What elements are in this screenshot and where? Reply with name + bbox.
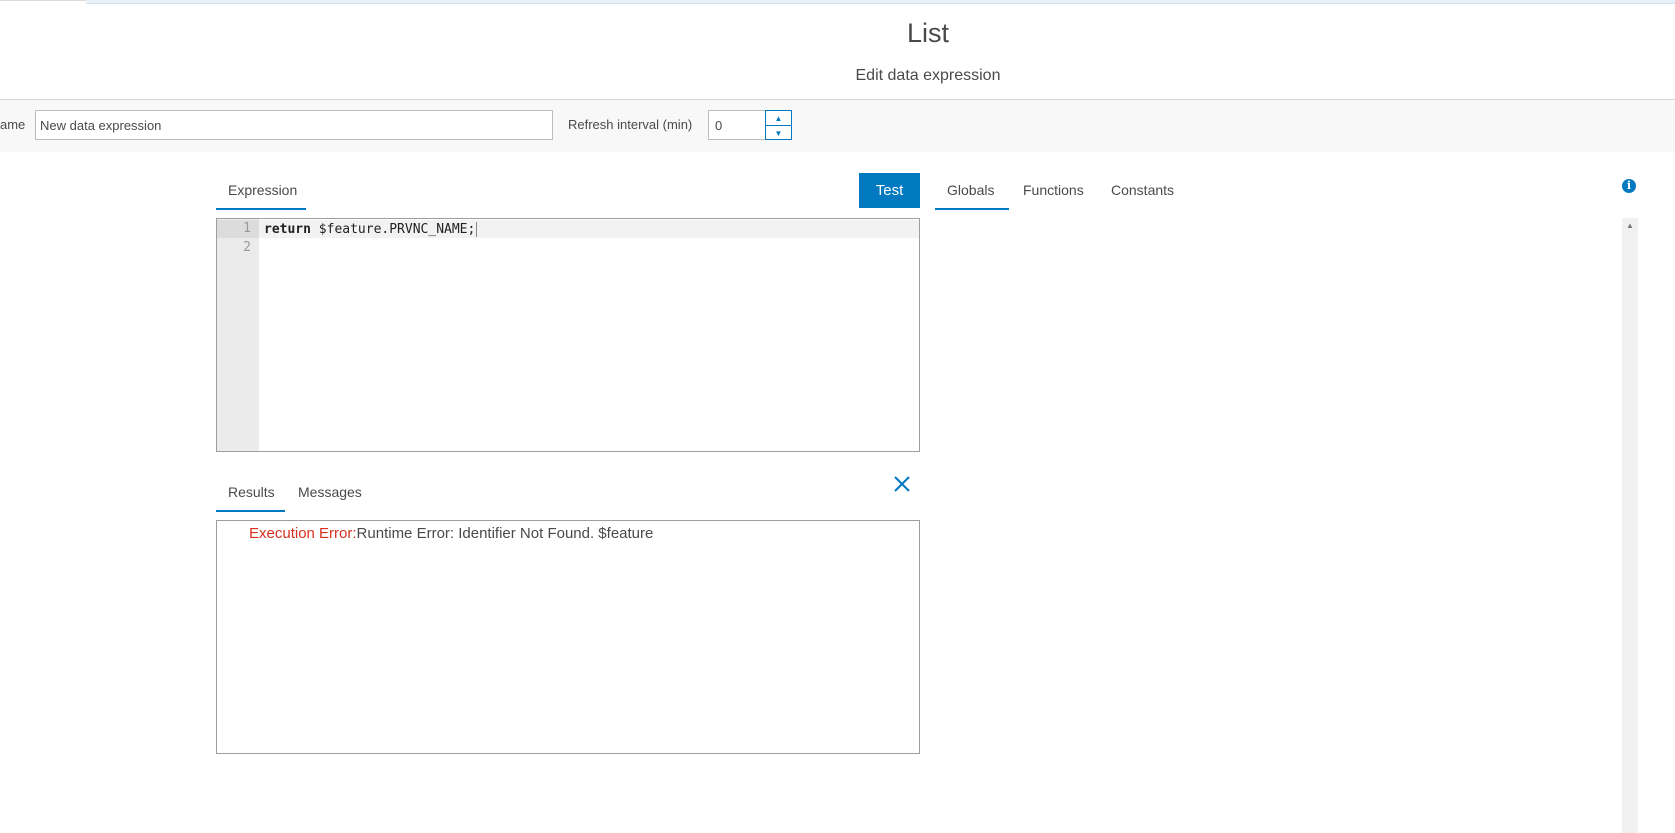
page-header: List Edit data expression	[0, 4, 1675, 100]
tab-functions[interactable]: Functions	[1011, 182, 1096, 198]
line-number: 1	[217, 220, 259, 238]
code-editor[interactable]: 1 2 return $feature.PRVNC_NAME;	[216, 218, 920, 452]
code-line[interactable]: return $feature.PRVNC_NAME;	[264, 221, 478, 239]
tab-expression-label: Expression	[228, 182, 298, 198]
refresh-interval-input[interactable]	[708, 110, 766, 140]
line-number: 2	[243, 240, 251, 255]
info-icon[interactable]: i	[1622, 179, 1636, 193]
tab-messages-label: Messages	[298, 484, 362, 500]
tab-messages[interactable]: Messages	[286, 484, 374, 500]
side-panel-scrollbar[interactable]: ▲	[1622, 218, 1638, 833]
page-title: List	[906, 18, 950, 48]
name-input[interactable]	[35, 110, 553, 140]
tab-constants[interactable]: Constants	[1099, 182, 1186, 198]
chevron-up-icon[interactable]: ▲	[766, 111, 791, 126]
refresh-interval-stepper: ▲ ▼	[765, 110, 792, 140]
tab-expression[interactable]: Expression	[216, 182, 306, 210]
close-icon[interactable]	[893, 475, 911, 493]
tab-globals[interactable]: Globals	[935, 182, 1009, 210]
chevron-down-icon[interactable]: ▼	[766, 126, 791, 140]
results-panel: Execution Error:Runtime Error: Identifie…	[216, 520, 920, 754]
code-text: $feature.PRVNC_NAME;	[310, 222, 476, 237]
page-subtitle: Edit data expression	[855, 67, 1001, 84]
tab-results-label: Results	[228, 484, 275, 500]
scroll-up-icon[interactable]: ▲	[1622, 218, 1638, 234]
refresh-interval-label: Refresh interval (min)	[568, 117, 693, 132]
text-cursor	[476, 222, 478, 237]
tab-functions-label: Functions	[1023, 182, 1084, 198]
error-message: Runtime Error: Identifier Not Found. $fe…	[356, 525, 654, 542]
tab-constants-label: Constants	[1111, 182, 1175, 198]
error-label: Execution Error:	[249, 525, 357, 542]
code-keyword: return	[264, 222, 311, 237]
test-button[interactable]: Test	[859, 173, 920, 208]
expression-settings-bar: ame Refresh interval (min) ▲ ▼	[0, 100, 1675, 152]
tab-globals-label: Globals	[947, 182, 995, 198]
result-message: Execution Error:Runtime Error: Identifie…	[249, 525, 653, 542]
tab-results[interactable]: Results	[216, 484, 285, 512]
name-label: ame	[0, 117, 26, 132]
